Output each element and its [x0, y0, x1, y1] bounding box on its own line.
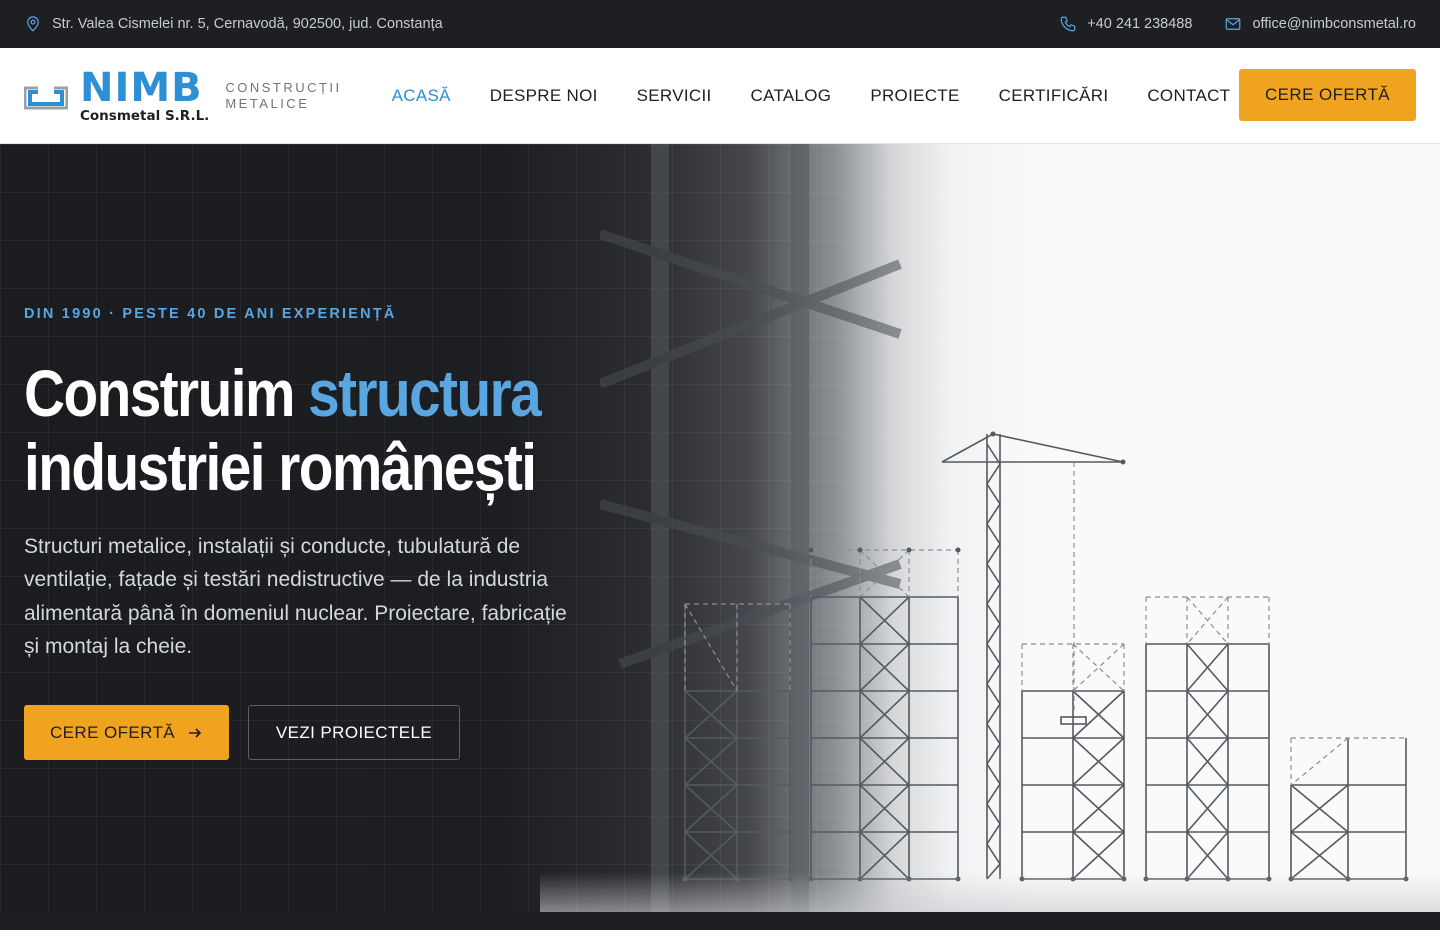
phone-icon: [1060, 16, 1076, 32]
ground-fade: [540, 872, 1440, 912]
email-text: office@nimbconsmetal.ro: [1252, 16, 1416, 32]
nav-item-proiecte[interactable]: PROIECTE: [870, 86, 959, 106]
logo-company: Consmetal S.R.L.: [80, 107, 210, 124]
hero-title: Construim structura industriei românești: [24, 356, 542, 504]
hero-projects-button[interactable]: VEZI PROIECTELE: [248, 705, 460, 760]
hero-quote-button-label: CERE OFERTĂ: [50, 722, 175, 742]
phone-link[interactable]: +40 241 238488: [1059, 15, 1192, 33]
nav-item-servicii[interactable]: SERVICII: [637, 86, 712, 106]
hero-section: DIN 1990 · PESTE 40 DE ANI EXPERIENȚĂ Co…: [0, 144, 1440, 930]
logo-mark-icon: [24, 81, 68, 109]
logo-tagline: CONSTRUCȚII METALICE: [225, 80, 341, 111]
scaffold-illustration: [682, 431, 1409, 882]
nav-item-contact[interactable]: CONTACT: [1147, 86, 1230, 106]
main-nav: ACASĂ DESPRE NOI SERVICII CATALOG PROIEC…: [392, 86, 1231, 106]
address-text: Str. Valea Cismelei nr. 5, Cernavodă, 90…: [52, 16, 443, 32]
hero-title-part1: Construim: [24, 356, 309, 430]
logo-tagline-2: METALICE: [225, 95, 310, 111]
site-header: NIMB Consmetal S.R.L. CONSTRUCȚII METALI…: [0, 48, 1440, 144]
nav-item-certificari[interactable]: CERTIFICĂRI: [999, 86, 1109, 106]
arrow-right-icon: [189, 727, 202, 738]
nav-item-despre-noi[interactable]: DESPRE NOI: [490, 86, 598, 106]
hero-description: Structuri metalice, instalații și conduc…: [24, 535, 567, 658]
hero-bottom-strip: [0, 912, 1440, 930]
top-bar: Str. Valea Cismelei nr. 5, Cernavodă, 90…: [0, 0, 1440, 48]
email-link[interactable]: office@nimbconsmetal.ro: [1224, 15, 1416, 33]
logo[interactable]: NIMB Consmetal S.R.L. CONSTRUCȚII METALI…: [24, 68, 342, 124]
address-item: Str. Valea Cismelei nr. 5, Cernavodă, 90…: [24, 15, 443, 33]
logo-tagline-1: CONSTRUCȚII: [225, 80, 342, 96]
nav-item-acasa[interactable]: ACASĂ: [392, 86, 451, 106]
hero-eyebrow: DIN 1990 · PESTE 40 DE ANI EXPERIENȚĂ: [24, 306, 397, 322]
hero-title-line2: industriei românești: [24, 430, 537, 504]
header-quote-button[interactable]: CERE OFERTĂ: [1239, 69, 1416, 121]
phone-text: +40 241 238488: [1087, 16, 1193, 32]
nav-item-catalog[interactable]: CATALOG: [751, 86, 832, 106]
mail-icon: [1226, 18, 1241, 30]
hero-quote-button[interactable]: CERE OFERTĂ: [24, 705, 229, 760]
logo-name: NIMB: [80, 64, 203, 111]
hero-title-accent: structura: [308, 356, 542, 430]
location-pin-icon: [27, 16, 39, 32]
